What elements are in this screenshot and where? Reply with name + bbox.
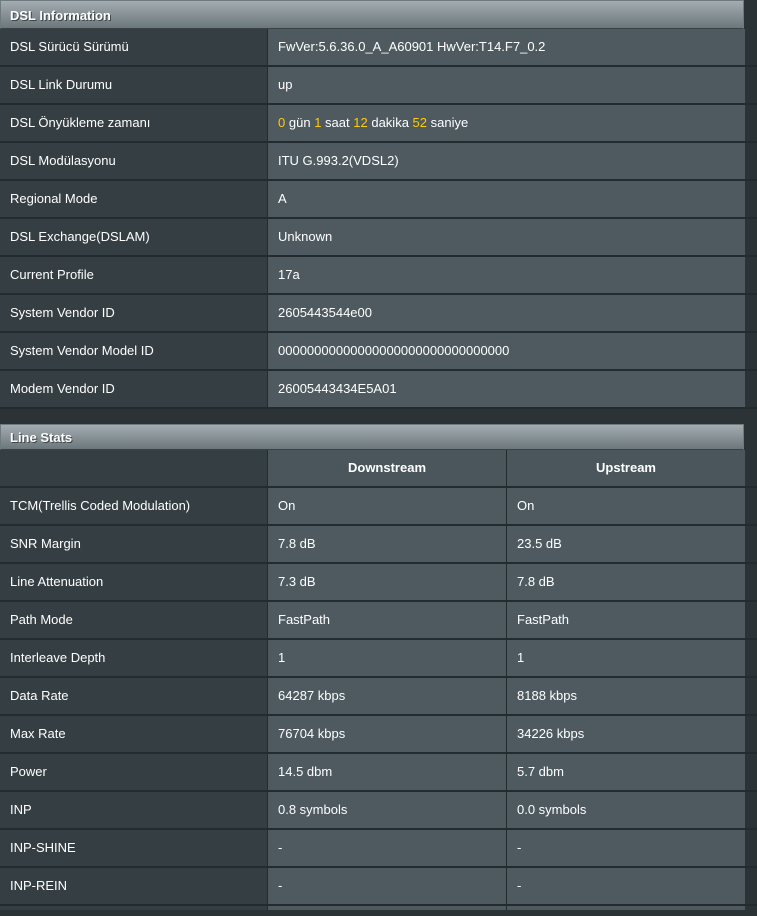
table-row: TCM(Trellis Coded Modulation) On On — [0, 488, 757, 526]
upstream-value: 7.8 dB — [507, 564, 745, 600]
row-label: Max Rate — [0, 716, 268, 752]
table-row: Max Rate 76704 kbps 34226 kbps — [0, 716, 757, 754]
dsl-information-table: DSL Sürücü Sürümü FwVer:5.6.36.0_A_A6090… — [0, 29, 757, 409]
row-label: Interleave Depth — [0, 640, 268, 676]
downstream-value: 76704 kbps — [268, 716, 507, 752]
downstream-value: - — [268, 830, 507, 866]
upstream-value: 23.5 dB — [507, 526, 745, 562]
upstream-value: - — [507, 830, 745, 866]
upstream-value — [507, 906, 745, 910]
upstream-value: 8188 kbps — [507, 678, 745, 714]
table-row: Interleave Depth 1 1 — [0, 640, 757, 678]
table-row: Power 14.5 dbm 5.7 dbm — [0, 754, 757, 792]
upstream-value: - — [507, 868, 745, 904]
row-label: DSL Exchange(DSLAM) — [0, 219, 268, 255]
row-label: SNR Margin — [0, 526, 268, 562]
row-label: Modem Vendor ID — [0, 371, 268, 407]
table-row: System Vendor Model ID 00000000000000000… — [0, 333, 757, 371]
downstream-value: FastPath — [268, 602, 507, 638]
row-value: 2605443544e00 — [268, 295, 745, 331]
upstream-value: 0.0 symbols — [507, 792, 745, 828]
row-value: 00000000000000000000000000000000 — [268, 333, 745, 369]
upstream-value: 34226 kbps — [507, 716, 745, 752]
table-row: Modem Vendor ID 26005443434E5A01 — [0, 371, 757, 409]
row-label: INP-REIN — [0, 868, 268, 904]
dsl-log-page: DSL Information DSL Sürücü Sürümü FwVer:… — [0, 0, 757, 916]
table-row: Path Mode FastPath FastPath — [0, 602, 757, 640]
row-label: System Vendor ID — [0, 295, 268, 331]
table-row: DSL Modülasyonu ITU G.993.2(VDSL2) — [0, 143, 757, 181]
upstream-column-header: Upstream — [507, 450, 745, 486]
table-row: Data Rate 64287 kbps 8188 kbps — [0, 678, 757, 716]
downstream-value: 64287 kbps — [268, 678, 507, 714]
row-value: 26005443434E5A01 — [268, 371, 745, 407]
uptime-hours-unit: saat — [325, 115, 350, 130]
row-label — [0, 906, 268, 910]
table-row: INP-SHINE - - — [0, 830, 757, 868]
downstream-value — [268, 906, 507, 910]
empty-header-cell — [0, 450, 268, 486]
downstream-value: 1 — [268, 640, 507, 676]
row-label: Regional Mode — [0, 181, 268, 217]
table-row-partial — [0, 906, 757, 910]
row-label: TCM(Trellis Coded Modulation) — [0, 488, 268, 524]
line-stats-table: Downstream Upstream TCM(Trellis Coded Mo… — [0, 450, 757, 910]
downstream-value: - — [268, 868, 507, 904]
downstream-value: 7.3 dB — [268, 564, 507, 600]
uptime-days: 0 — [278, 115, 286, 130]
downstream-value: 0.8 symbols — [268, 792, 507, 828]
table-row: DSL Sürücü Sürümü FwVer:5.6.36.0_A_A6090… — [0, 29, 757, 67]
row-value: Unknown — [268, 219, 745, 255]
table-row: Line Attenuation 7.3 dB 7.8 dB — [0, 564, 757, 602]
row-label: Data Rate — [0, 678, 268, 714]
downstream-value: On — [268, 488, 507, 524]
downstream-value: 7.8 dB — [268, 526, 507, 562]
downstream-value: 14.5 dbm — [268, 754, 507, 790]
table-row: INP-REIN - - — [0, 868, 757, 906]
upstream-value: FastPath — [507, 602, 745, 638]
table-row: INP 0.8 symbols 0.0 symbols — [0, 792, 757, 830]
uptime-hours: 1 — [314, 115, 322, 130]
row-label: DSL Modülasyonu — [0, 143, 268, 179]
row-label: Power — [0, 754, 268, 790]
row-value: 17a — [268, 257, 745, 293]
table-row: DSL Link Durumu up — [0, 67, 757, 105]
row-value: A — [268, 181, 745, 217]
table-row: SNR Margin 7.8 dB 23.5 dB — [0, 526, 757, 564]
table-row: Regional Mode A — [0, 181, 757, 219]
table-row: System Vendor ID 2605443544e00 — [0, 295, 757, 333]
row-value: ITU G.993.2(VDSL2) — [268, 143, 745, 179]
uptime-days-unit: gün — [288, 115, 311, 130]
table-row: Current Profile 17a — [0, 257, 757, 295]
downstream-column-header: Downstream — [268, 450, 507, 486]
row-value: FwVer:5.6.36.0_A_A60901 HwVer:T14.F7_0.2 — [268, 29, 745, 65]
row-value: up — [268, 67, 745, 103]
row-label: INP — [0, 792, 268, 828]
dsl-information-header: DSL Information — [0, 0, 744, 29]
row-label: Line Attenuation — [0, 564, 268, 600]
uptime-minutes: 12 — [353, 115, 368, 130]
row-label: Current Profile — [0, 257, 268, 293]
uptime-value: 0 gün 1 saat 12 dakika 52 saniye — [268, 105, 745, 141]
column-header-row: Downstream Upstream — [0, 450, 757, 488]
row-label: Path Mode — [0, 602, 268, 638]
line-stats-header: Line Stats — [0, 424, 744, 450]
row-label: DSL Önyükleme zamanı — [0, 105, 268, 141]
row-label: DSL Link Durumu — [0, 67, 268, 103]
uptime-seconds-unit: saniye — [430, 115, 469, 130]
uptime-minutes-unit: dakika — [371, 115, 409, 130]
row-label: INP-SHINE — [0, 830, 268, 866]
upstream-value: On — [507, 488, 745, 524]
table-row: DSL Önyükleme zamanı 0 gün 1 saat 12 dak… — [0, 105, 757, 143]
upstream-value: 5.7 dbm — [507, 754, 745, 790]
row-label: System Vendor Model ID — [0, 333, 268, 369]
uptime-seconds: 52 — [412, 115, 428, 130]
table-row: DSL Exchange(DSLAM) Unknown — [0, 219, 757, 257]
upstream-value: 1 — [507, 640, 745, 676]
row-label: DSL Sürücü Sürümü — [0, 29, 268, 65]
